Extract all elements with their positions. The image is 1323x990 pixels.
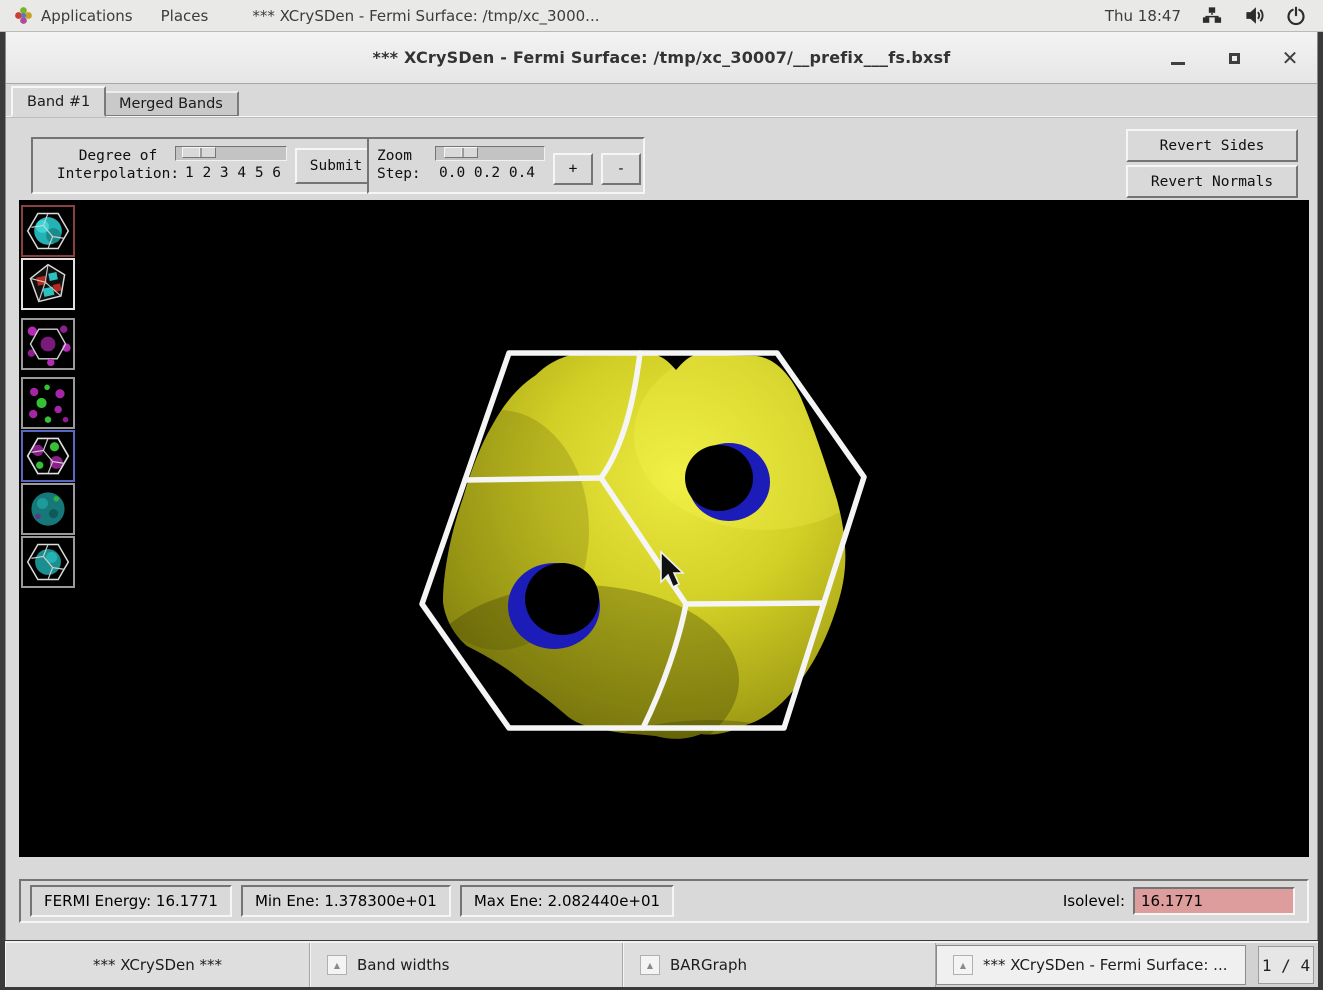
close-icon: ✕ <box>1282 48 1299 68</box>
close-button[interactable]: ✕ <box>1277 45 1303 71</box>
minimize-button[interactable] <box>1165 45 1191 71</box>
taskbar-item-label: Band widths <box>357 956 449 974</box>
panel-clock[interactable]: Thu 18:47 <box>1105 7 1181 25</box>
zoom-step-label: Zoom Step: <box>377 147 435 183</box>
tab-band-1-label: Band #1 <box>27 94 90 110</box>
min-energy-readout: Min Ene: 1.378300e+01 <box>241 885 451 917</box>
thumbnail-purple-green-surface[interactable] <box>21 430 75 482</box>
status-strip: FERMI Energy: 16.1771 Min Ene: 1.378300e… <box>19 879 1309 923</box>
isolevel-input[interactable] <box>1133 887 1295 915</box>
tab-band-1[interactable]: Band #1 <box>11 86 106 117</box>
interpolation-slider[interactable] <box>175 146 287 161</box>
thumbnail-scattered-pockets[interactable] <box>21 377 75 429</box>
fermi-surface-scene[interactable] <box>19 200 1309 857</box>
xcrysden-fermi-surface-window: *** XCrySDen - Fermi Surface: /tmp/xc_30… <box>5 32 1318 940</box>
tab-merged-bands[interactable]: Merged Bands <box>103 91 239 117</box>
zoom-step-scale-labels: 0.0 0.2 0.4 <box>439 165 535 181</box>
interpolation-label: Degree of Interpolation: <box>43 147 193 183</box>
minimize-icon <box>1171 62 1185 65</box>
power-icon[interactable] <box>1285 5 1307 27</box>
taskbar-item-label: *** XCrySDen *** <box>93 956 222 974</box>
zoom-out-button[interactable]: - <box>601 153 641 185</box>
zoom-step-group: Zoom Step: 0.0 0.2 0.4 + - <box>367 137 645 194</box>
taskbar-item-label: *** XCrySDen - Fermi Surface: ... <box>983 956 1227 974</box>
isolevel-label: Isolevel: <box>1063 892 1125 910</box>
zoom-in-button[interactable]: + <box>553 153 593 185</box>
revert-sides-button[interactable]: Revert Sides <box>1126 129 1298 162</box>
places-menu[interactable]: Places <box>147 0 223 31</box>
network-icon[interactable] <box>1201 5 1223 27</box>
applications-logo-icon <box>14 6 33 25</box>
active-window-title: *** XCrySDen - Fermi Surface: /tmp/xc_30… <box>252 7 599 25</box>
applications-menu-label: Applications <box>41 7 133 25</box>
window-mini-icon: ▲ <box>327 955 347 975</box>
fermi-energy-readout: FERMI Energy: 16.1771 <box>30 885 232 917</box>
interpolation-scale-labels: 1 2 3 4 5 6 <box>185 165 281 181</box>
workspace-pager[interactable]: 1 / 4 <box>1258 946 1314 984</box>
interpolation-slider-handle[interactable] <box>182 147 216 158</box>
thumbnail-cyan-fermi-surface[interactable] <box>21 205 75 257</box>
band-tabstrip: Band #1 Merged Bands <box>6 85 1317 116</box>
taskbar-item-fermi-surface[interactable]: ▲ *** XCrySDen - Fermi Surface: ... <box>936 945 1246 985</box>
applications-menu[interactable]: Applications <box>0 0 147 31</box>
revert-normals-button[interactable]: Revert Normals <box>1126 165 1298 198</box>
thumbnail-teal-surface-in-cell[interactable] <box>21 536 75 588</box>
fermi-surface-canvas[interactable] <box>19 200 1309 857</box>
window-title: *** XCrySDen - Fermi Surface: /tmp/xc_30… <box>373 48 951 67</box>
places-menu-label: Places <box>161 7 209 25</box>
interpolation-group: Degree of Interpolation: 1 2 3 4 5 6 Sub… <box>31 137 383 194</box>
maximize-button[interactable] <box>1221 45 1247 71</box>
window-mini-icon: ▲ <box>640 955 660 975</box>
neck-hole-lower <box>508 563 600 649</box>
taskbar-item-xcrysden[interactable]: *** XCrySDen *** <box>5 943 310 987</box>
zoom-step-slider-handle[interactable] <box>444 147 478 158</box>
taskbar-item-label: BARGraph <box>670 956 747 974</box>
submit-button[interactable]: Submit <box>295 148 377 184</box>
maximize-icon <box>1229 53 1240 64</box>
thumbnail-red-cyan-cube[interactable] <box>21 258 75 310</box>
taskbar-item-band-widths[interactable]: ▲ Band widths <box>310 943 623 987</box>
tab-merged-bands-label: Merged Bands <box>119 96 223 112</box>
active-window-menu[interactable]: *** XCrySDen - Fermi Surface: /tmp/xc_30… <box>222 0 613 31</box>
desktop-taskbar: *** XCrySDen *** ▲ Band widths ▲ BARGrap… <box>5 941 1318 987</box>
zoom-step-slider[interactable] <box>435 146 545 161</box>
notebook-divider <box>6 116 1317 118</box>
desktop-top-panel: Applications Places *** XCrySDen - Fermi… <box>0 0 1323 32</box>
max-energy-readout: Max Ene: 2.082440e+01 <box>460 885 674 917</box>
thumbnail-magenta-pockets[interactable] <box>21 318 75 370</box>
window-mini-icon: ▲ <box>953 955 973 975</box>
window-titlebar[interactable]: *** XCrySDen - Fermi Surface: /tmp/xc_30… <box>6 32 1317 84</box>
thumbnail-teal-sphere[interactable] <box>21 483 75 535</box>
volume-icon[interactable] <box>1243 5 1265 27</box>
taskbar-item-bargraph[interactable]: ▲ BARGraph <box>623 943 936 987</box>
